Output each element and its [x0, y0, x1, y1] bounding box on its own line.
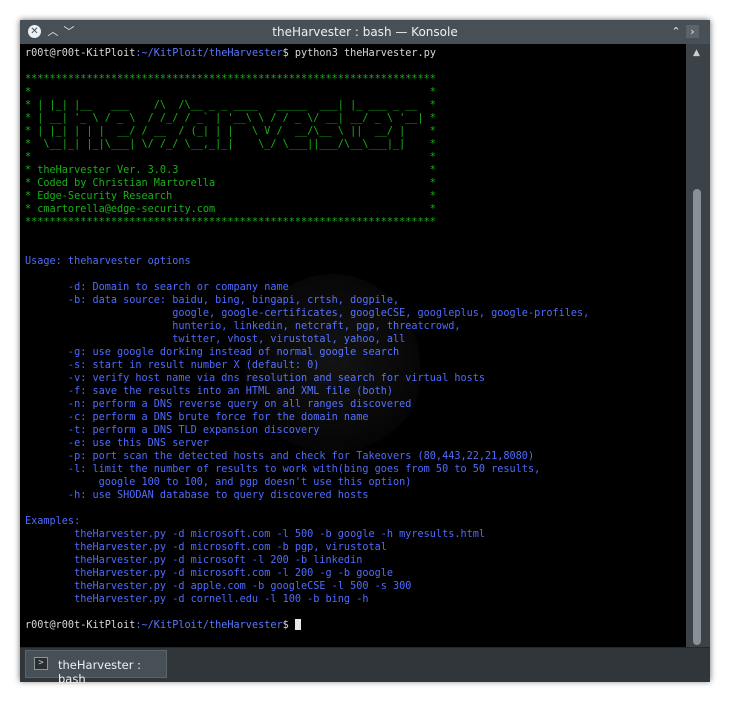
usage-option-line: -p: port scan the detected hosts and che…: [67, 451, 535, 462]
usage-option-line: -f: save the results into an HTML and XM…: [67, 386, 394, 397]
window-title: theHarvester : bash — Konsole: [272, 25, 458, 39]
banner-line: ****************************************…: [25, 217, 436, 228]
example-line: theHarvester.py -d cornell.edu -l 100 -b…: [25, 594, 369, 605]
usage-option-line: google 100 to 100, and pgp doesn't use t…: [98, 477, 412, 488]
prompt-symbol-2: $: [282, 620, 295, 631]
banner-line: * Coded by Christian Martorella *: [25, 178, 436, 189]
banner-line: ****************************************…: [25, 74, 436, 85]
examples-header: Examples:: [25, 516, 81, 527]
terminal-output[interactable]: r00t@r00t-KitPloit:~/KitPloit/theHarvest…: [20, 44, 686, 647]
prompt-path: :~/KitPloit/theHarvester: [135, 48, 283, 59]
usage-option-line: google, google-certificates, googleCSE, …: [172, 308, 590, 319]
banner-line: * cmartorella@edge-security.com *: [25, 204, 436, 215]
usage-option-line: -h: use SHODAN database to query discove…: [25, 490, 369, 501]
usage-option-line: -e: use this DNS server: [67, 438, 210, 449]
konsole-window: ✕ ︿ ﹀ theHarvester : bash — Konsole ⌃ › …: [20, 20, 710, 686]
prompt-user-host: r00t@r00t-KitPloit: [25, 48, 136, 59]
scrollbar[interactable]: ▲: [686, 44, 710, 647]
prompt-user-host-2: r00t@r00t-KitPloit: [25, 620, 136, 631]
scroll-up-icon[interactable]: ▲: [693, 48, 700, 58]
usage-option-line: -l: limit the number of results to work …: [67, 464, 541, 475]
banner-block: ****************************************…: [25, 74, 436, 228]
usage-option-line: -n: perform a DNS reverse query on all r…: [67, 399, 412, 410]
usage-option-line: -b: data source: baidu, bing, bingapi, c…: [67, 295, 400, 306]
banner-line: * Edge-Security Research *: [25, 191, 436, 202]
tab-theharvester-bash[interactable]: > theHarvester : bash: [25, 650, 167, 686]
text-cursor: [294, 619, 301, 630]
prompt-path-2: :~/KitPloit/theHarvester: [135, 620, 283, 631]
banner-line: * *: [25, 87, 436, 98]
terminal-menu-icon[interactable]: ›: [686, 25, 699, 38]
tab-label: theHarvester : bash: [58, 658, 142, 686]
usage-header: Usage: theharvester options: [25, 256, 191, 267]
usage-option-line: -c: perform a DNS brute force for the do…: [67, 412, 369, 423]
usage-option-line: twitter, vhost, virustotal, yahoo, all: [172, 334, 406, 345]
banner-line: * theHarvester Ver. 3.0.3 *: [25, 165, 436, 176]
tab-bar: > theHarvester : bash: [20, 647, 710, 686]
banner-line: * | |_| |__ ___ /\ /\__ _ _ ____ _____ _…: [25, 100, 436, 111]
example-line: theHarvester.py -d microsoft -l 200 -b l…: [74, 555, 363, 566]
usage-option-line: -d: Domain to search or company name: [67, 282, 289, 293]
example-line: theHarvester.py -d microsoft.com -l 200 …: [74, 568, 394, 579]
prompt-symbol: $: [282, 48, 295, 59]
usage-option-line: -s: start in result number X (default: 0…: [67, 360, 320, 371]
usage-option-line: -g: use google dorking instead of normal…: [67, 347, 400, 358]
banner-line: * \__|_| |_|\___| \/ /_/ \__,_|_| \_/ \_…: [25, 139, 436, 150]
prompt-command: python3 theHarvester.py: [294, 48, 436, 59]
usage-options: -d: Domain to search or company name -b:…: [25, 282, 589, 501]
double-chevron-up-icon[interactable]: ⌃: [668, 24, 684, 40]
example-line: theHarvester.py -d microsoft.com -l 500 …: [74, 529, 486, 540]
terminal-icon: >: [34, 657, 48, 670]
banner-line: * | |_| | | | __/ / __ / (_| | | \ V / _…: [25, 126, 436, 137]
banner-line: * | __| '_ \ / _ \ / /_/ / _` | '__\ \ /…: [25, 113, 436, 124]
title-bar[interactable]: ✕ ︿ ﹀ theHarvester : bash — Konsole ⌃ ›: [20, 20, 710, 44]
scroll-thumb[interactable]: [693, 189, 701, 645]
usage-option-line: -t: perform a DNS TLD expansion discover…: [67, 425, 320, 436]
usage-option-line: hunterio, linkedin, netcraft, pgp, threa…: [172, 321, 461, 332]
example-line: theHarvester.py -d microsoft.com -b pgp,…: [74, 542, 387, 553]
banner-line: * *: [25, 152, 436, 163]
example-line: theHarvester.py -d apple.com -b googleCS…: [74, 581, 412, 592]
terminal-text: r00t@r00t-KitPloit:~/KitPloit/theHarvest…: [20, 44, 686, 632]
usage-option-line: -v: verify host name via dns resolution …: [67, 373, 486, 384]
examples-list: theHarvester.py -d microsoft.com -l 500 …: [25, 529, 485, 605]
